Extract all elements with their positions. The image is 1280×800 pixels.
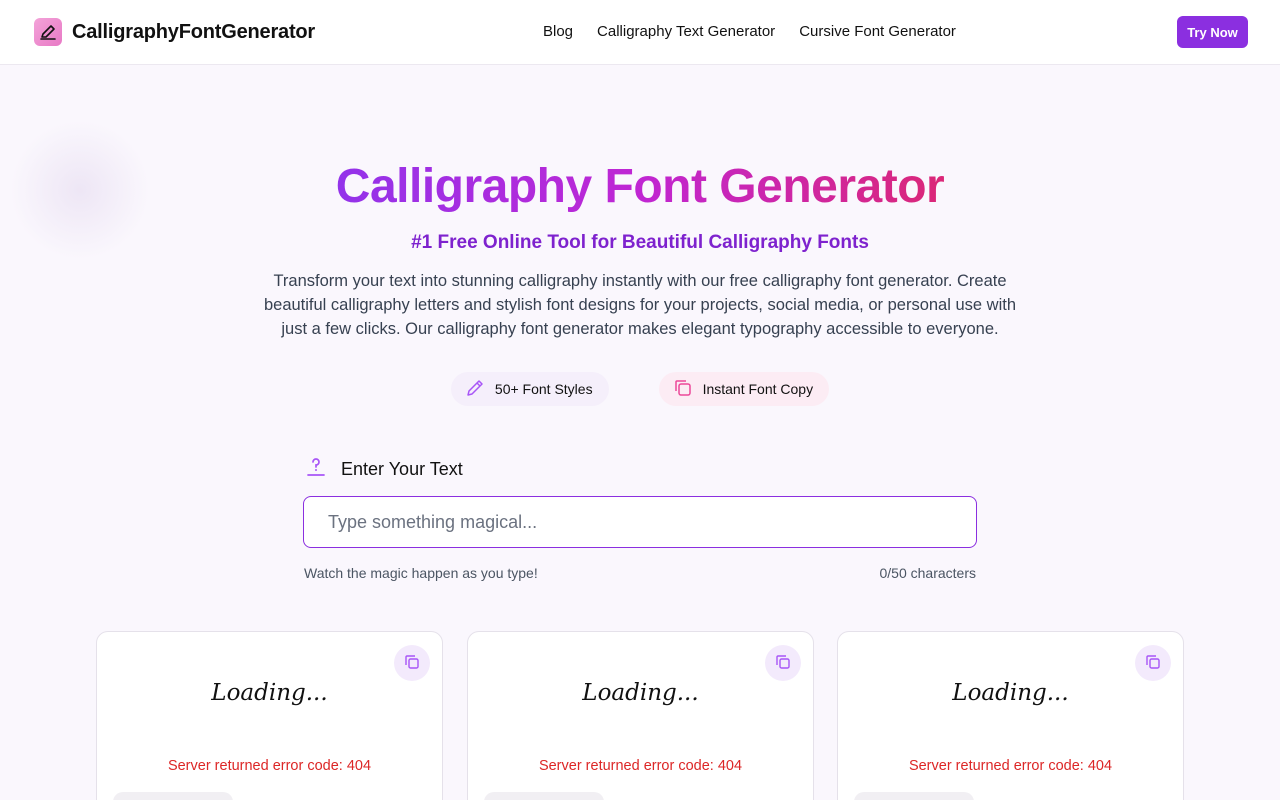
main-nav: Blog Calligraphy Text Generator Cursive …: [543, 22, 956, 42]
nav-blog[interactable]: Blog: [543, 22, 573, 42]
font-card: Loading... Server returned error code: 4…: [837, 631, 1184, 800]
copy-icon: [1144, 653, 1162, 674]
feature-label: Instant Font Copy: [702, 381, 814, 397]
nav-cursive-font-generator[interactable]: Cursive Font Generator: [799, 22, 956, 42]
logo-text: CalligraphyFontGenerator: [72, 20, 316, 43]
nav-calligraphy-text-generator[interactable]: Calligraphy Text Generator: [597, 22, 775, 42]
page-title: Calligraphy Font Generator: [335, 160, 945, 213]
feature-pill-instant-copy: Instant Font Copy: [658, 372, 830, 406]
error-message: Server returned error code: 404: [908, 758, 1113, 774]
text-input[interactable]: [303, 496, 977, 548]
page-description: Transform your text into stunning callig…: [263, 272, 1017, 338]
input-label-text: Enter Your Text: [341, 459, 463, 479]
font-preview[interactable]: Loading...: [468, 680, 813, 706]
error-message: Server returned error code: 404: [538, 758, 743, 774]
pen-icon: [34, 18, 62, 46]
font-tag: [854, 792, 974, 800]
feature-pills: 50+ Font Styles Instant Font Copy: [0, 372, 1280, 406]
font-preview[interactable]: Loading...: [97, 680, 442, 706]
magic-wand-icon: [305, 456, 327, 483]
page-subtitle: #1 Free Online Tool for Beautiful Callig…: [411, 232, 869, 253]
feature-label: 50+ Font Styles: [494, 381, 593, 397]
font-card: Loading... Server returned error code: 4…: [96, 631, 443, 800]
copy-button[interactable]: [1135, 645, 1171, 681]
try-now-button[interactable]: Try Now: [1177, 16, 1248, 48]
site-header: CalligraphyFontGenerator Blog Calligraph…: [0, 0, 1280, 65]
copy-icon: [774, 653, 792, 674]
copy-button[interactable]: [394, 645, 430, 681]
input-label: Enter Your Text: [305, 456, 463, 483]
copy-button[interactable]: [765, 645, 801, 681]
font-card: Loading... Server returned error code: 4…: [467, 631, 814, 800]
font-tag: [484, 792, 604, 800]
copy-icon: [403, 653, 421, 674]
input-hint: Watch the magic happen as you type!: [304, 565, 538, 581]
font-preview[interactable]: Loading...: [838, 680, 1183, 706]
copy-icon: [673, 378, 693, 401]
font-tag: [113, 792, 233, 800]
pencil-icon: [465, 378, 485, 401]
site-logo[interactable]: CalligraphyFontGenerator: [34, 18, 315, 46]
error-message: Server returned error code: 404: [167, 758, 372, 774]
feature-pill-font-styles: 50+ Font Styles: [450, 372, 609, 406]
character-counter: 0/50 characters: [879, 565, 977, 581]
